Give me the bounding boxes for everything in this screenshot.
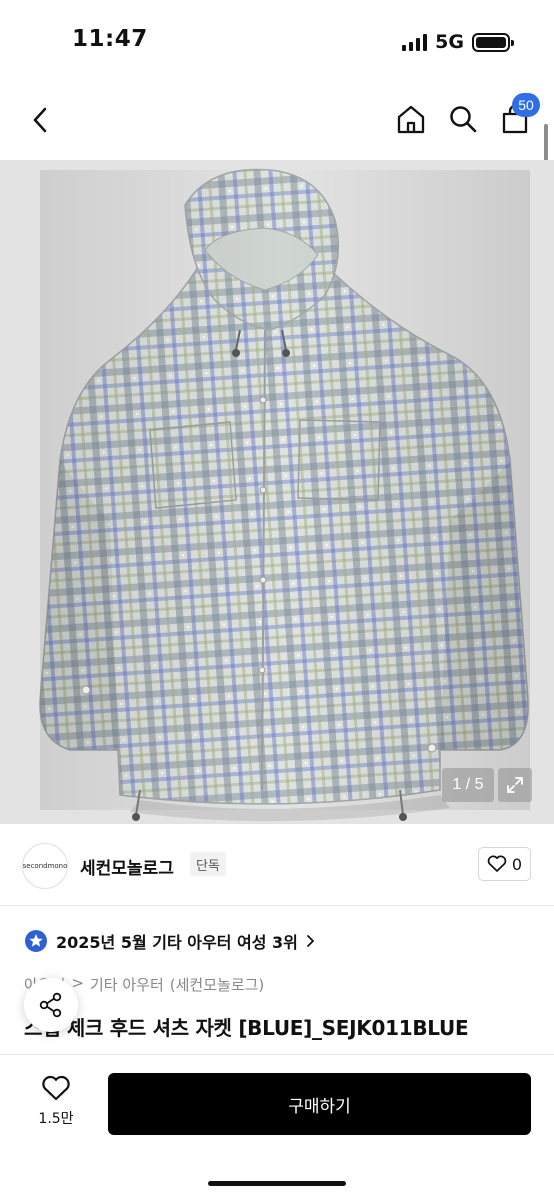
ranking-text: 2025년 5월 기타 아우터 여성 3위 xyxy=(56,933,298,952)
buy-button[interactable]: 구매하기 xyxy=(108,1073,531,1135)
home-icon xyxy=(397,105,425,134)
heart-icon xyxy=(487,855,507,872)
product-like-button[interactable]: 1.5만 xyxy=(26,1075,86,1135)
brand-name[interactable]: 세컨모놀로그 xyxy=(80,854,174,879)
ranking-badge-icon xyxy=(25,930,47,952)
chevron-left-icon xyxy=(33,107,47,133)
brand-row[interactable]: secondmono 세컨모놀로그 단독 0 xyxy=(0,824,554,906)
image-page-indicator: 1 / 5 xyxy=(442,768,494,802)
network-label: 5G xyxy=(435,31,464,53)
search-button[interactable] xyxy=(446,102,480,136)
back-button[interactable] xyxy=(22,102,58,138)
nav-actions: 50 xyxy=(394,93,540,136)
cart-button[interactable]: 50 xyxy=(498,93,540,136)
brand-logo[interactable]: secondmono xyxy=(22,843,68,889)
signal-icon xyxy=(402,33,428,51)
home-button[interactable] xyxy=(394,102,428,136)
heart-icon xyxy=(42,1075,70,1101)
status-time: 11:47 xyxy=(72,26,148,52)
brand-like-count: 0 xyxy=(511,854,523,874)
product-like-count: 1.5만 xyxy=(38,1111,74,1127)
chevron-right-icon xyxy=(306,935,315,947)
expand-image-button[interactable] xyxy=(498,768,532,802)
status-indicators: 5G xyxy=(402,30,514,54)
search-icon xyxy=(450,106,477,133)
nav-bar: 50 xyxy=(0,84,554,160)
breadcrumb-category[interactable]: 기타 아우터 xyxy=(90,974,164,995)
breadcrumb-brand[interactable]: (세컨모놀로그) xyxy=(170,974,265,995)
ranking-link[interactable]: 2025년 5월 기타 아우터 여성 3위 xyxy=(24,928,316,954)
cart-count-badge: 50 xyxy=(512,93,540,117)
share-icon xyxy=(39,992,62,1018)
share-button[interactable] xyxy=(24,978,78,1032)
brand-like-button[interactable]: 0 xyxy=(478,847,531,881)
home-indicator xyxy=(208,1181,346,1186)
product-image[interactable] xyxy=(0,160,554,824)
bottom-action-bar: 1.5만 구매하기 xyxy=(0,1054,554,1200)
product-photo xyxy=(39,168,530,822)
status-bar: 11:47 5G xyxy=(0,0,554,84)
product-title: 스탭 체크 후드 셔츠 자켓 [BLUE]_SEJK011BLUE xyxy=(24,1016,469,1040)
expand-icon xyxy=(507,777,523,793)
exclusive-badge: 단독 xyxy=(190,852,226,876)
battery-icon xyxy=(472,32,514,52)
